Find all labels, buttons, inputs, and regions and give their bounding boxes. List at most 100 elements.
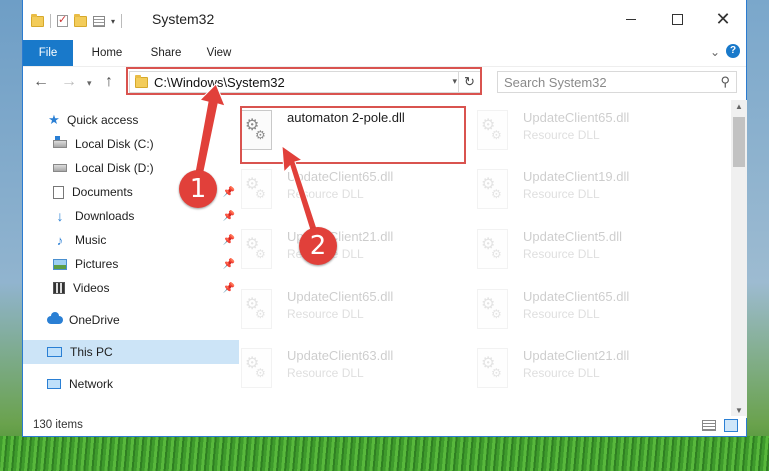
file-highlight-box xyxy=(240,106,466,164)
file-item[interactable]: UpdateClient19.dll Resource DLL xyxy=(465,163,691,219)
up-button[interactable]: ↑ xyxy=(105,73,113,91)
file-item[interactable]: UpdateClient21.dll Resource DLL xyxy=(229,223,455,279)
navigation-pane: ★ Quick access Local Disk (C:) Local Dis… xyxy=(23,100,239,410)
minimize-button[interactable] xyxy=(608,6,654,32)
sidebar-item-label: This PC xyxy=(70,345,113,359)
item-count: 130 items xyxy=(33,419,83,431)
quick-access-toolbar: ▾ xyxy=(31,13,123,28)
tab-home[interactable]: Home xyxy=(81,40,133,66)
ribbon-tabs: File Home Share View ⌄ ? xyxy=(23,40,746,66)
large-icons-view-icon[interactable] xyxy=(724,419,738,432)
maximize-button[interactable] xyxy=(654,6,700,32)
sidebar-item-downloads[interactable]: ↓ Downloads 📌 xyxy=(23,204,245,228)
file-name: UpdateClient65.dll xyxy=(287,289,394,304)
file-item[interactable]: UpdateClient65.dll Resource DLL xyxy=(229,283,455,339)
scroll-thumb[interactable] xyxy=(733,117,745,167)
sidebar-item-pictures[interactable]: Pictures 📌 xyxy=(23,252,245,276)
help-icon[interactable]: ? xyxy=(726,44,740,58)
file-name: UpdateClient19.dll xyxy=(523,169,630,184)
file-item[interactable]: UpdateClient65.dll Resource DLL xyxy=(465,283,691,339)
divider xyxy=(50,14,51,28)
dll-file-icon xyxy=(241,229,272,269)
sidebar-item-this-pc[interactable]: This PC xyxy=(23,340,239,364)
folder-icon xyxy=(31,13,44,27)
file-item[interactable]: UpdateClient63.dll Resource DLL xyxy=(229,342,455,398)
minimize-icon xyxy=(626,18,636,20)
sidebar-item-onedrive[interactable]: OneDrive xyxy=(23,308,239,332)
view-list-icon[interactable] xyxy=(93,15,105,27)
tab-file[interactable]: File xyxy=(23,40,73,66)
dll-file-icon xyxy=(241,289,272,329)
divider xyxy=(121,14,123,28)
tab-view[interactable]: View xyxy=(198,40,240,66)
sidebar-item-videos[interactable]: Videos 📌 xyxy=(23,276,245,300)
sidebar-item-local-disk-c[interactable]: Local Disk (C:) xyxy=(23,132,245,156)
file-type: Resource DLL xyxy=(287,307,364,321)
file-item[interactable]: UpdateClient5.dll Resource DLL xyxy=(465,223,691,279)
search-input[interactable]: Search System32 ⚲ xyxy=(497,71,737,93)
cloud-icon xyxy=(47,312,63,324)
search-placeholder: Search System32 xyxy=(504,75,607,90)
explorer-window: ▾ System32 ✕ File Home Share View ⌄ ? ← … xyxy=(22,0,747,437)
details-view-icon[interactable] xyxy=(702,420,716,431)
scroll-up-icon[interactable]: ▲ xyxy=(731,100,747,114)
file-item[interactable]: UpdateClient65.dll Resource DLL xyxy=(465,104,691,160)
sidebar-item-music[interactable]: ♪ Music 📌 xyxy=(23,228,245,252)
close-button[interactable]: ✕ xyxy=(700,6,746,32)
close-icon: ✕ xyxy=(715,8,731,29)
file-item[interactable]: UpdateClient21.dll Resource DLL xyxy=(465,342,691,398)
sidebar-item-label: Pictures xyxy=(75,257,119,271)
music-icon: ♪ xyxy=(56,232,64,248)
videos-icon xyxy=(53,282,65,294)
file-name: UpdateClient65.dll xyxy=(523,289,630,304)
dll-file-icon xyxy=(241,169,272,209)
network-icon xyxy=(47,379,61,389)
recent-locations-dropdown[interactable]: ▾ xyxy=(87,78,92,89)
dll-file-icon xyxy=(477,289,508,329)
drive-icon xyxy=(53,136,67,148)
sidebar-item-label: Local Disk (C:) xyxy=(75,137,154,151)
forward-button[interactable]: → xyxy=(61,73,77,91)
sidebar-item-label: OneDrive xyxy=(69,313,120,327)
drive-icon xyxy=(53,164,67,172)
sidebar-item-network[interactable]: Network xyxy=(23,372,239,396)
expand-ribbon-icon[interactable]: ⌄ xyxy=(710,45,720,59)
file-name: UpdateClient65.dll xyxy=(287,169,394,184)
file-item[interactable]: UpdateClient65.dll Resource DLL xyxy=(229,163,455,219)
sidebar-item-label: Local Disk (D:) xyxy=(75,161,154,175)
star-icon: ★ xyxy=(48,112,60,127)
customize-dropdown-icon[interactable]: ▾ xyxy=(111,17,115,26)
download-icon: ↓ xyxy=(56,208,64,224)
sidebar-item-label: Network xyxy=(69,377,114,391)
dll-file-icon xyxy=(477,348,508,388)
file-type: Resource DLL xyxy=(523,187,600,201)
new-folder-icon[interactable] xyxy=(74,13,87,27)
callout-1: 1 xyxy=(179,170,217,208)
back-button[interactable]: ← xyxy=(33,73,49,91)
vertical-scrollbar[interactable]: ▲ ▼ xyxy=(731,100,747,418)
sidebar-item-quick-access[interactable]: ★ Quick access xyxy=(23,108,239,132)
maximize-icon xyxy=(671,13,683,25)
tab-share[interactable]: Share xyxy=(141,40,191,66)
properties-check-icon[interactable] xyxy=(57,13,68,27)
address-highlight-box xyxy=(126,67,482,95)
file-type: Resource DLL xyxy=(523,307,600,321)
file-type: Resource DLL xyxy=(523,128,600,142)
documents-icon xyxy=(53,185,64,199)
file-name: UpdateClient5.dll xyxy=(523,229,623,244)
status-bar: 130 items xyxy=(23,416,746,436)
sidebar-item-label: Videos xyxy=(73,281,110,295)
window-title: System32 xyxy=(152,11,215,27)
pictures-icon xyxy=(53,258,67,270)
desktop-background-right xyxy=(747,0,769,471)
desktop-background-left xyxy=(0,0,22,471)
pc-icon xyxy=(47,347,62,357)
desktop-grass xyxy=(0,436,769,471)
search-icon[interactable]: ⚲ xyxy=(720,74,730,90)
file-name: UpdateClient65.dll xyxy=(523,110,630,125)
dll-file-icon xyxy=(477,229,508,269)
dll-file-icon xyxy=(477,110,508,150)
sidebar-item-label: Downloads xyxy=(75,209,135,223)
sidebar-item-label: Quick access xyxy=(67,113,139,127)
dll-file-icon xyxy=(241,348,272,388)
